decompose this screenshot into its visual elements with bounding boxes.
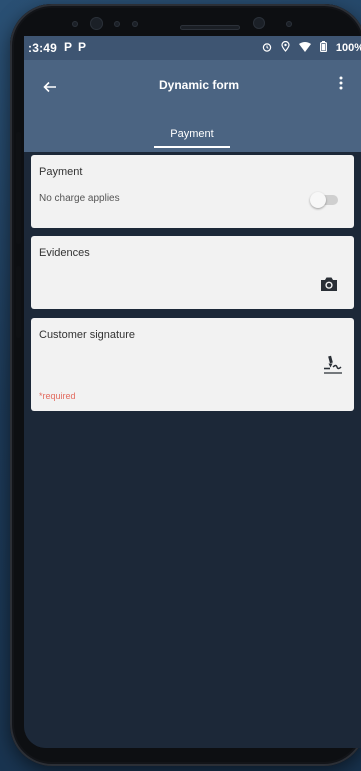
status-time: :3:49 (28, 41, 58, 55)
tab-label: Payment (170, 128, 214, 140)
battery-level: 100% (335, 42, 361, 54)
location-icon (281, 40, 290, 52)
tab-payment[interactable]: Payment (154, 128, 230, 148)
alarm-icon (262, 43, 271, 52)
toggle-knob (310, 192, 326, 208)
earpiece-speaker (180, 25, 240, 30)
evidences-title: Evidences (39, 247, 90, 259)
evidences-card: Evidences (31, 236, 354, 309)
camera-icon (321, 277, 337, 291)
status-icons: 100% (256, 40, 361, 54)
front-camera (90, 17, 103, 30)
sensor-dot (114, 21, 120, 27)
tab-indicator (154, 146, 230, 148)
overflow-menu-button[interactable] (336, 76, 346, 94)
required-label: *required (39, 391, 76, 401)
payment-toggle[interactable] (310, 192, 338, 208)
payment-card: Payment No charge applies (31, 155, 354, 228)
signature-icon (324, 355, 342, 374)
page-title: Dynamic form (158, 78, 240, 92)
wifi-icon (298, 42, 311, 52)
sensor-dot (132, 21, 138, 27)
desktop-background: :3:49 P P 100 Dynamic form Payment Payme… (0, 0, 361, 771)
signature-title: Customer signature (39, 329, 135, 341)
more-vert-icon (339, 76, 343, 90)
bixby-button (16, 266, 21, 338)
phone-screen: :3:49 P P 100 Dynamic form Payment Payme… (24, 36, 361, 748)
app-bar: Dynamic form Payment (24, 60, 361, 152)
sensor-dot (72, 21, 78, 27)
iris-camera (253, 17, 265, 29)
notification-icon: P (64, 40, 73, 54)
volume-button (16, 132, 21, 244)
signature-card: Customer signature *required (31, 318, 354, 411)
form-content: Payment No charge applies Evidences Cust… (24, 152, 361, 748)
sensor-dot (286, 21, 292, 27)
payment-subtitle: No charge applies (39, 193, 120, 204)
notification-icon: P (78, 40, 87, 54)
battery-icon (319, 41, 327, 53)
signature-button[interactable] (322, 354, 342, 374)
camera-button[interactable] (320, 276, 340, 296)
status-bar: :3:49 P P 100 (24, 36, 361, 60)
payment-title: Payment (39, 166, 83, 178)
